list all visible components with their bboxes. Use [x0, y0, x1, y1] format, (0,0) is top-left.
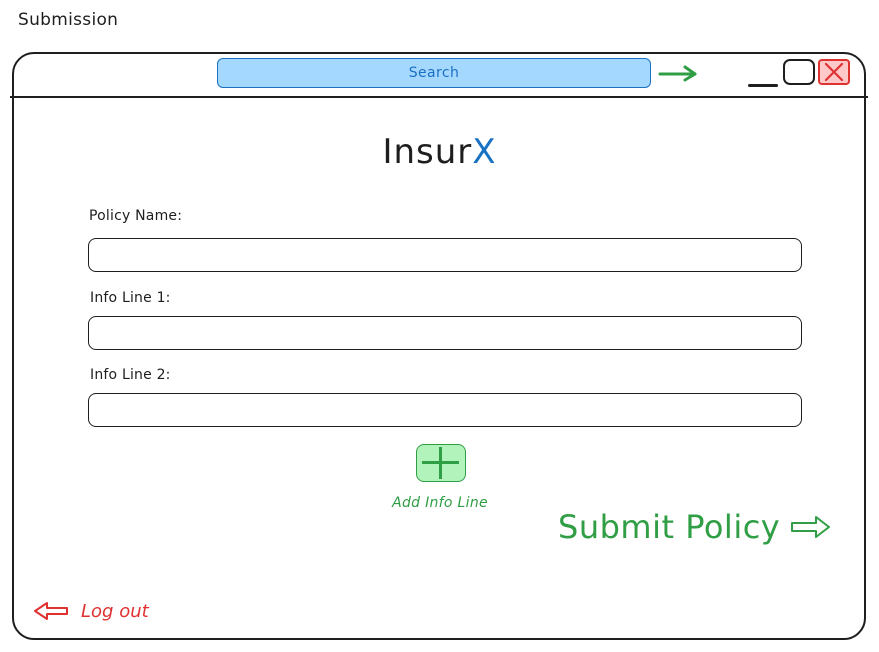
- policy-name-label: Policy Name:: [89, 208, 183, 224]
- info-line-1-input[interactable]: [88, 316, 802, 350]
- hollow-arrow-right-icon: [791, 516, 831, 538]
- page-label: Submission: [18, 10, 119, 30]
- info-line-2-label: Info Line 2:: [90, 367, 171, 383]
- title-bar-divider: [10, 96, 868, 98]
- search-label: Search: [408, 65, 460, 81]
- logout-label: Log out: [81, 600, 149, 622]
- submit-policy-button[interactable]: Submit Policy: [558, 505, 832, 549]
- info-line-2-input[interactable]: [88, 393, 802, 427]
- app-title-accent: X: [472, 132, 497, 172]
- add-info-line-button[interactable]: [416, 444, 466, 482]
- hollow-arrow-left-icon: [34, 602, 68, 620]
- app-title: InsurX: [0, 132, 879, 172]
- close-icon: [824, 63, 844, 81]
- logout-button[interactable]: Log out: [33, 598, 149, 624]
- arrow-right-icon: [658, 65, 697, 82]
- maximize-button[interactable]: [783, 59, 815, 85]
- search-bar[interactable]: Search: [217, 58, 651, 88]
- search-go-button[interactable]: [657, 63, 701, 85]
- info-line-1-label: Info Line 1:: [90, 290, 171, 306]
- close-button[interactable]: [818, 59, 850, 85]
- add-info-line-label: Add Info Line: [392, 495, 488, 511]
- minimize-button[interactable]: [747, 70, 779, 90]
- policy-name-input[interactable]: [88, 238, 802, 272]
- submit-policy-label: Submit Policy: [558, 508, 781, 546]
- app-title-main: Insur: [382, 132, 473, 172]
